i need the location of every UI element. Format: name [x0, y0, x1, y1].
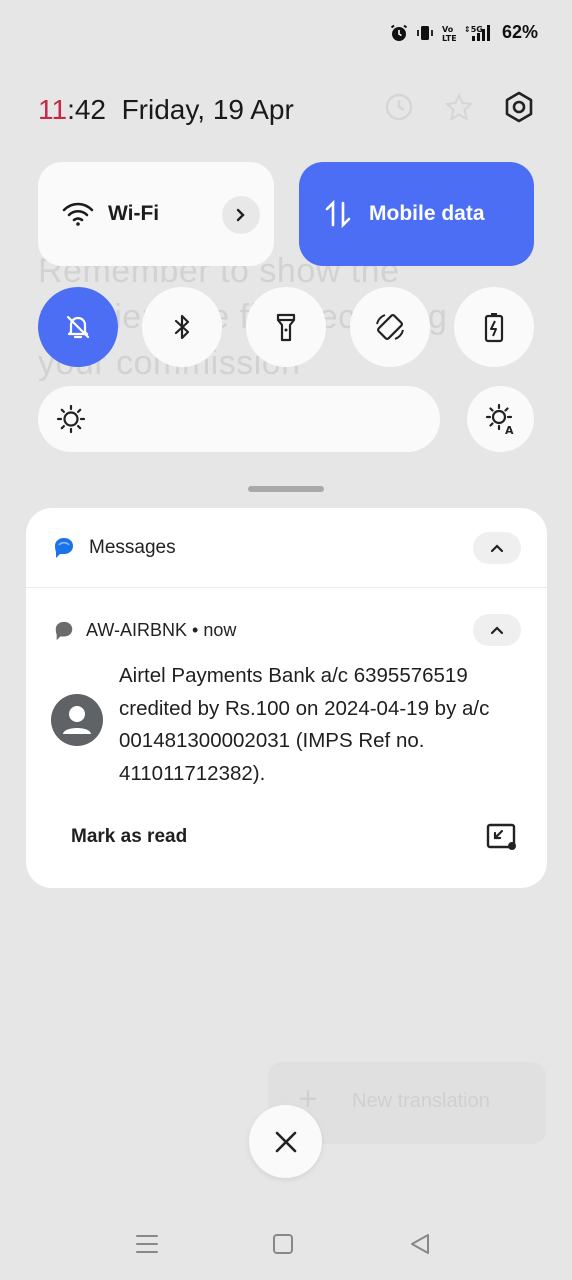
notification-sender: AW-AIRBNK • now [86, 620, 236, 641]
clock-minutes: :42 [67, 94, 107, 125]
auto-rotate-toggle[interactable] [350, 287, 430, 367]
bluetooth-toggle[interactable] [142, 287, 222, 367]
separator-dot: • [192, 620, 204, 640]
contact-avatar [51, 694, 103, 746]
header-icons [382, 90, 536, 124]
close-icon [275, 1131, 296, 1152]
star-icon [444, 92, 474, 122]
svg-text:⇕5G: ⇕5G [464, 25, 483, 34]
person-icon [63, 706, 91, 734]
svg-text:LTE: LTE [442, 34, 456, 42]
home-nav-icon[interactable] [272, 1232, 294, 1256]
message-small-icon [55, 621, 73, 641]
battery-charging-icon [484, 313, 504, 343]
bell-off-icon [66, 315, 90, 339]
wifi-tile[interactable]: Wi-Fi [38, 162, 274, 266]
battery-saver-toggle[interactable] [454, 287, 534, 367]
collapse-notification-button[interactable] [473, 614, 521, 646]
svg-text:A: A [505, 424, 514, 435]
mobile-data-icon [325, 200, 351, 228]
chevron-up-icon [490, 626, 504, 635]
status-bar: Vo LTE ⇕5G 62% [390, 22, 538, 43]
notification-app-name: Messages [89, 537, 176, 558]
history-icon [385, 93, 413, 121]
wifi-label: Wi-Fi [108, 202, 160, 225]
notification-card[interactable]: Messages AW-AIRBNK • now Airtel Payments… [26, 508, 547, 888]
collapse-group-button[interactable] [473, 532, 521, 564]
mobile-data-tile[interactable]: Mobile data [299, 162, 534, 266]
5g-signal-icon: ⇕5G [464, 24, 490, 41]
volte-icon: Vo LTE [442, 25, 456, 42]
clock-hour: 11 [38, 94, 68, 125]
auto-brightness-icon: A [485, 403, 514, 435]
do-not-disturb-toggle[interactable] [38, 287, 118, 367]
notification-time: now [203, 620, 237, 640]
panel-drag-handle[interactable] [248, 486, 324, 492]
messages-app-icon [55, 538, 73, 558]
wifi-details-button[interactable] [222, 196, 260, 234]
rotate-icon [376, 314, 404, 340]
auto-brightness-toggle[interactable]: A [467, 386, 534, 452]
background-button-label: New translation [352, 1090, 490, 1112]
battery-percent: 62% [501, 22, 538, 42]
vibrate-icon [417, 25, 433, 40]
open-in-window-icon[interactable] [486, 822, 518, 852]
mark-as-read-button[interactable]: Mark as read [71, 826, 187, 848]
back-nav-icon[interactable] [408, 1232, 432, 1256]
brightness-icon [56, 404, 86, 434]
clock: 11:42 Friday, 19 Apr [38, 94, 294, 126]
date-label: Friday, 19 Apr [121, 94, 294, 125]
notification-group-header[interactable]: Messages [26, 508, 547, 588]
clear-all-button[interactable] [249, 1105, 322, 1178]
alarm-icon [390, 24, 408, 41]
sender-name: AW-AIRBNK [86, 620, 188, 640]
notification-message: Airtel Payments Bank a/c 6395576519 cred… [119, 664, 490, 785]
chevron-up-icon [490, 544, 504, 553]
menu-nav-icon[interactable] [135, 1232, 159, 1256]
flashlight-toggle[interactable] [246, 287, 326, 367]
svg-text:Vo: Vo [442, 25, 454, 34]
wifi-icon [62, 202, 94, 226]
brightness-slider[interactable] [38, 386, 440, 452]
settings-icon[interactable] [502, 90, 536, 124]
bluetooth-icon [174, 314, 190, 340]
flashlight-icon [276, 313, 296, 342]
mobile-data-label: Mobile data [369, 202, 485, 225]
chevron-right-icon [236, 208, 245, 222]
